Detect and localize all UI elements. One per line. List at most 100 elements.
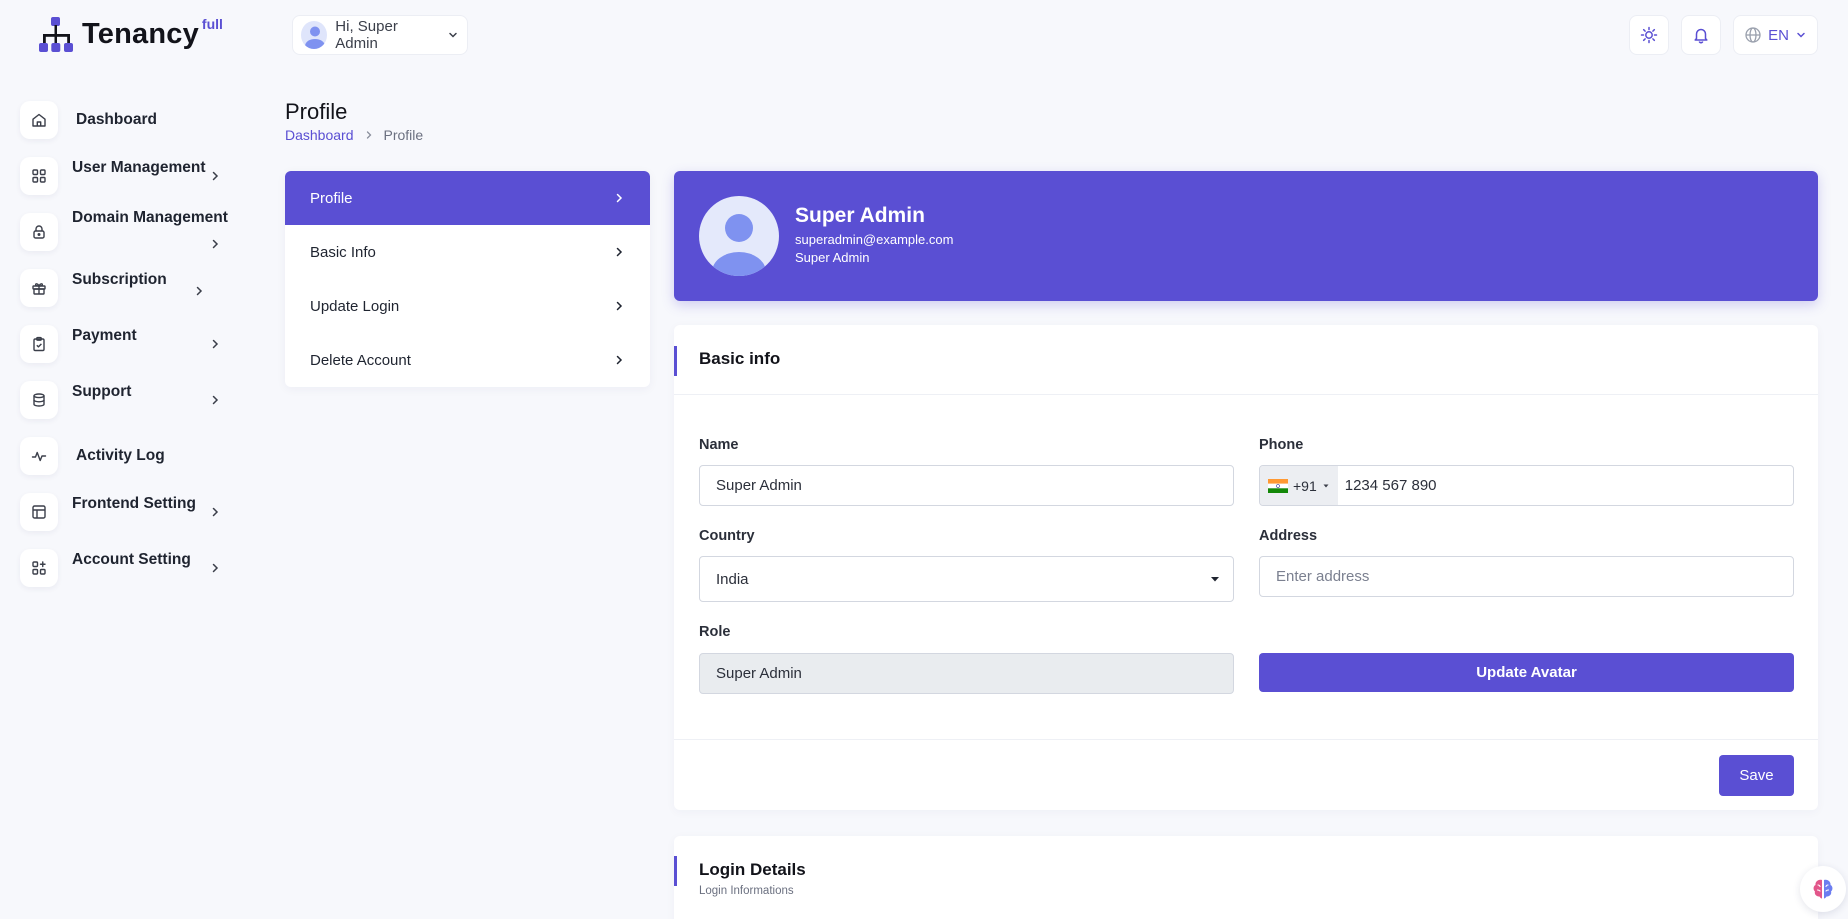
notifications-button[interactable] — [1681, 15, 1722, 55]
gift-icon — [20, 269, 58, 307]
profile-name: Super Admin — [795, 204, 925, 227]
profile-menu: Profile Basic Info Update Login Delete A… — [285, 171, 650, 387]
breadcrumb-link-dashboard[interactable]: Dashboard — [285, 127, 354, 143]
chevron-right-icon — [613, 354, 625, 366]
sidebar-item-payment[interactable]: Payment — [20, 316, 235, 372]
profile-menu-label: Profile — [310, 189, 353, 207]
sidebar-item-account-setting[interactable]: Account Setting — [20, 540, 235, 596]
assistant-widget-button[interactable] — [1800, 866, 1846, 912]
chevron-right-icon — [209, 562, 221, 574]
card-header: Basic info — [674, 325, 1818, 395]
sidebar-item-label: Subscription — [72, 271, 167, 288]
save-button[interactable]: Save — [1719, 755, 1794, 796]
country-value: India — [716, 570, 749, 588]
card-subtitle: Login Informations — [699, 885, 794, 897]
apps-add-icon — [20, 549, 58, 587]
basic-info-card: Basic info Name Phone +91 Country India — [674, 325, 1818, 810]
chevron-right-icon — [209, 394, 221, 406]
profile-menu-item-basic-info[interactable]: Basic Info — [285, 225, 650, 279]
layout-icon — [20, 493, 58, 531]
profile-menu-label: Delete Account — [310, 351, 411, 369]
login-details-card: Login Details Login Informations — [674, 836, 1818, 919]
breadcrumb-current: Profile — [383, 127, 424, 143]
brain-icon — [1810, 876, 1836, 902]
address-label: Address — [1259, 528, 1318, 544]
country-select[interactable]: India — [699, 556, 1234, 602]
home-icon — [20, 101, 58, 139]
lock-icon — [20, 213, 58, 251]
theme-toggle-button[interactable] — [1629, 15, 1670, 55]
globe-icon — [1744, 26, 1762, 44]
role-label: Role — [699, 624, 731, 640]
sidebar-item-user-management[interactable]: User Management — [20, 148, 235, 204]
caret-down-icon — [1322, 482, 1330, 490]
profile-menu-item-delete-account[interactable]: Delete Account — [285, 333, 650, 387]
name-label: Name — [699, 437, 739, 453]
user-menu-button[interactable]: Hi, Super Admin — [292, 15, 468, 55]
language-selector[interactable]: EN — [1733, 15, 1818, 55]
profile-menu-item-profile[interactable]: Profile — [285, 171, 650, 225]
chevron-right-icon — [613, 300, 625, 312]
card-title: Basic info — [699, 349, 781, 368]
chevron-down-icon — [1795, 29, 1807, 41]
topbar-actions: EN — [1629, 15, 1818, 55]
accent-bar — [674, 346, 677, 376]
dial-code: +91 — [1293, 477, 1317, 494]
brand-edition: full — [201, 16, 223, 32]
breadcrumb: Dashboard Profile — [285, 127, 423, 143]
sidebar-item-label: Activity Log — [76, 447, 165, 464]
profile-avatar — [699, 196, 779, 276]
activity-icon — [20, 437, 58, 475]
sidebar-item-subscription[interactable]: Subscription — [20, 260, 235, 316]
database-icon — [20, 381, 58, 419]
sidebar: Dashboard User Management Domain Managem… — [20, 92, 235, 596]
update-avatar-button[interactable]: Update Avatar — [1259, 653, 1794, 692]
page-title: Profile — [285, 99, 348, 124]
card-title: Login Details — [699, 860, 806, 879]
profile-role: Super Admin — [795, 250, 870, 265]
sidebar-item-label: Domain Management — [72, 209, 228, 226]
sidebar-item-label: Payment — [72, 327, 137, 344]
address-input[interactable] — [1259, 556, 1794, 597]
chevron-right-icon — [209, 338, 221, 350]
chevron-right-icon — [209, 238, 221, 250]
chevron-right-icon — [193, 285, 205, 297]
chevron-right-icon — [209, 170, 221, 182]
language-label: EN — [1768, 26, 1789, 44]
chevron-down-icon — [447, 29, 459, 41]
sidebar-item-label: Support — [72, 383, 132, 400]
grid-icon — [20, 157, 58, 195]
card-footer-divider — [674, 739, 1818, 740]
sidebar-item-label: Frontend Setting — [72, 495, 196, 512]
chevron-right-icon — [613, 192, 625, 204]
chevron-right-icon — [613, 246, 625, 258]
sidebar-item-frontend-setting[interactable]: Frontend Setting — [20, 484, 235, 540]
profile-email: superadmin@example.com — [795, 232, 954, 247]
country-code-selector[interactable]: +91 — [1260, 466, 1338, 505]
sun-icon — [1640, 26, 1658, 44]
sidebar-item-dashboard[interactable]: Dashboard — [20, 92, 235, 148]
caret-down-icon — [1209, 573, 1221, 585]
logo-mark-icon — [38, 16, 76, 54]
profile-menu-item-update-login[interactable]: Update Login — [285, 279, 650, 333]
phone-input[interactable] — [1337, 466, 1793, 505]
chevron-right-icon — [209, 506, 221, 518]
phone-label: Phone — [1259, 437, 1304, 453]
country-label: Country — [699, 528, 755, 544]
name-input[interactable] — [699, 465, 1234, 506]
user-avatar — [301, 21, 328, 49]
profile-menu-label: Update Login — [310, 297, 400, 315]
profile-menu-label: Basic Info — [310, 243, 376, 261]
sidebar-item-label: Account Setting — [72, 551, 191, 568]
chevron-right-icon — [364, 130, 374, 140]
sidebar-item-activity-log[interactable]: Activity Log — [20, 428, 235, 484]
user-greeting: Hi, Super Admin — [335, 18, 398, 52]
sidebar-item-domain-management[interactable]: Domain Management — [20, 204, 235, 260]
brand-name: Tenancy — [82, 18, 199, 50]
profile-header-card: Super Admin superadmin@example.com Super… — [674, 171, 1818, 301]
accent-bar — [674, 856, 677, 886]
india-flag-icon — [1268, 478, 1288, 493]
brand-logo[interactable]: Tenancy full — [38, 16, 223, 54]
role-input — [699, 653, 1234, 694]
sidebar-item-support[interactable]: Support — [20, 372, 235, 428]
